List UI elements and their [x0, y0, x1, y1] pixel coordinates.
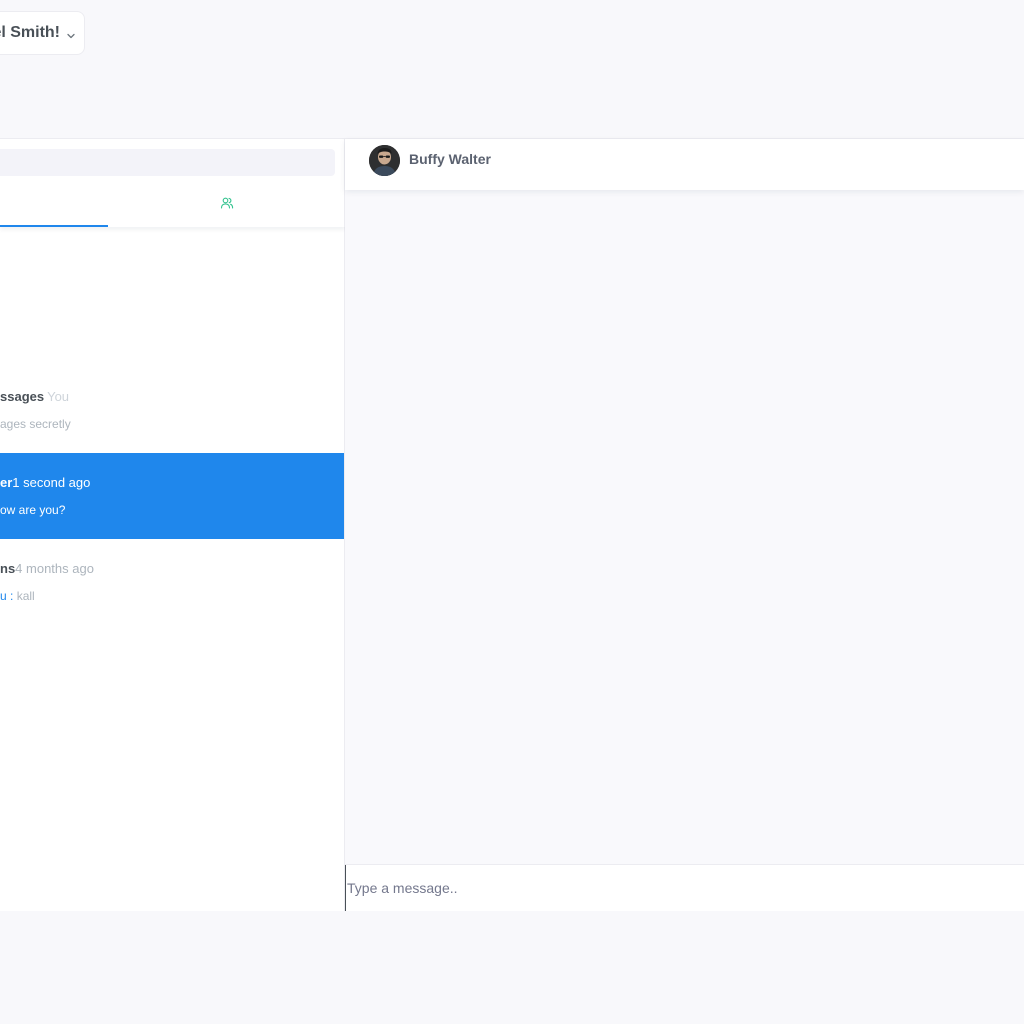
- user-greeting: el Smith!: [0, 24, 60, 41]
- conversation-time: 1 second ago: [12, 475, 91, 490]
- conversation-preview: ages secretly: [0, 417, 71, 431]
- contact-name: Buffy Walter: [409, 151, 491, 167]
- conversation-name: ssages: [0, 389, 45, 404]
- avatar[interactable]: [369, 145, 400, 176]
- chat-page: el Smith!: [0, 0, 1024, 1024]
- message-composer: [345, 864, 1024, 911]
- sidebar-tabs: [0, 184, 345, 227]
- search-input[interactable]: [0, 149, 335, 176]
- conversation-sender: u :: [0, 589, 14, 603]
- conversation-preview: ow are you?: [0, 503, 66, 517]
- conversation-item-saved-messages[interactable]: ssages You ages secretly: [0, 367, 344, 453]
- users-icon: [220, 196, 234, 215]
- message-input[interactable]: [345, 865, 1024, 911]
- self-tag: You: [47, 389, 70, 404]
- conversation-item-third[interactable]: ns4 months ago u : kall: [0, 539, 344, 625]
- tab-contacts[interactable]: [108, 184, 345, 227]
- conversation-header: Buffy Walter: [345, 139, 1024, 190]
- chat-sidebar: ssages You ages secretly er1 second ago o…: [0, 139, 345, 911]
- conversation-time: 4 months ago: [15, 561, 94, 576]
- conversation-preview: kall: [16, 589, 35, 603]
- user-menu-button[interactable]: el Smith!: [0, 11, 85, 55]
- conversation-list: ssages You ages secretly er1 second ago o…: [0, 367, 345, 625]
- conversation-name: er: [0, 475, 13, 490]
- tab-chats[interactable]: [0, 184, 108, 227]
- conversation-panel: Buffy Walter: [345, 139, 1024, 911]
- conversation-item-buffy-walter[interactable]: er1 second ago ow are you?: [0, 453, 344, 539]
- conversation-name: ns: [0, 561, 16, 576]
- chat-card: ssages You ages secretly er1 second ago o…: [0, 138, 1024, 911]
- chevron-down-icon: [66, 28, 76, 39]
